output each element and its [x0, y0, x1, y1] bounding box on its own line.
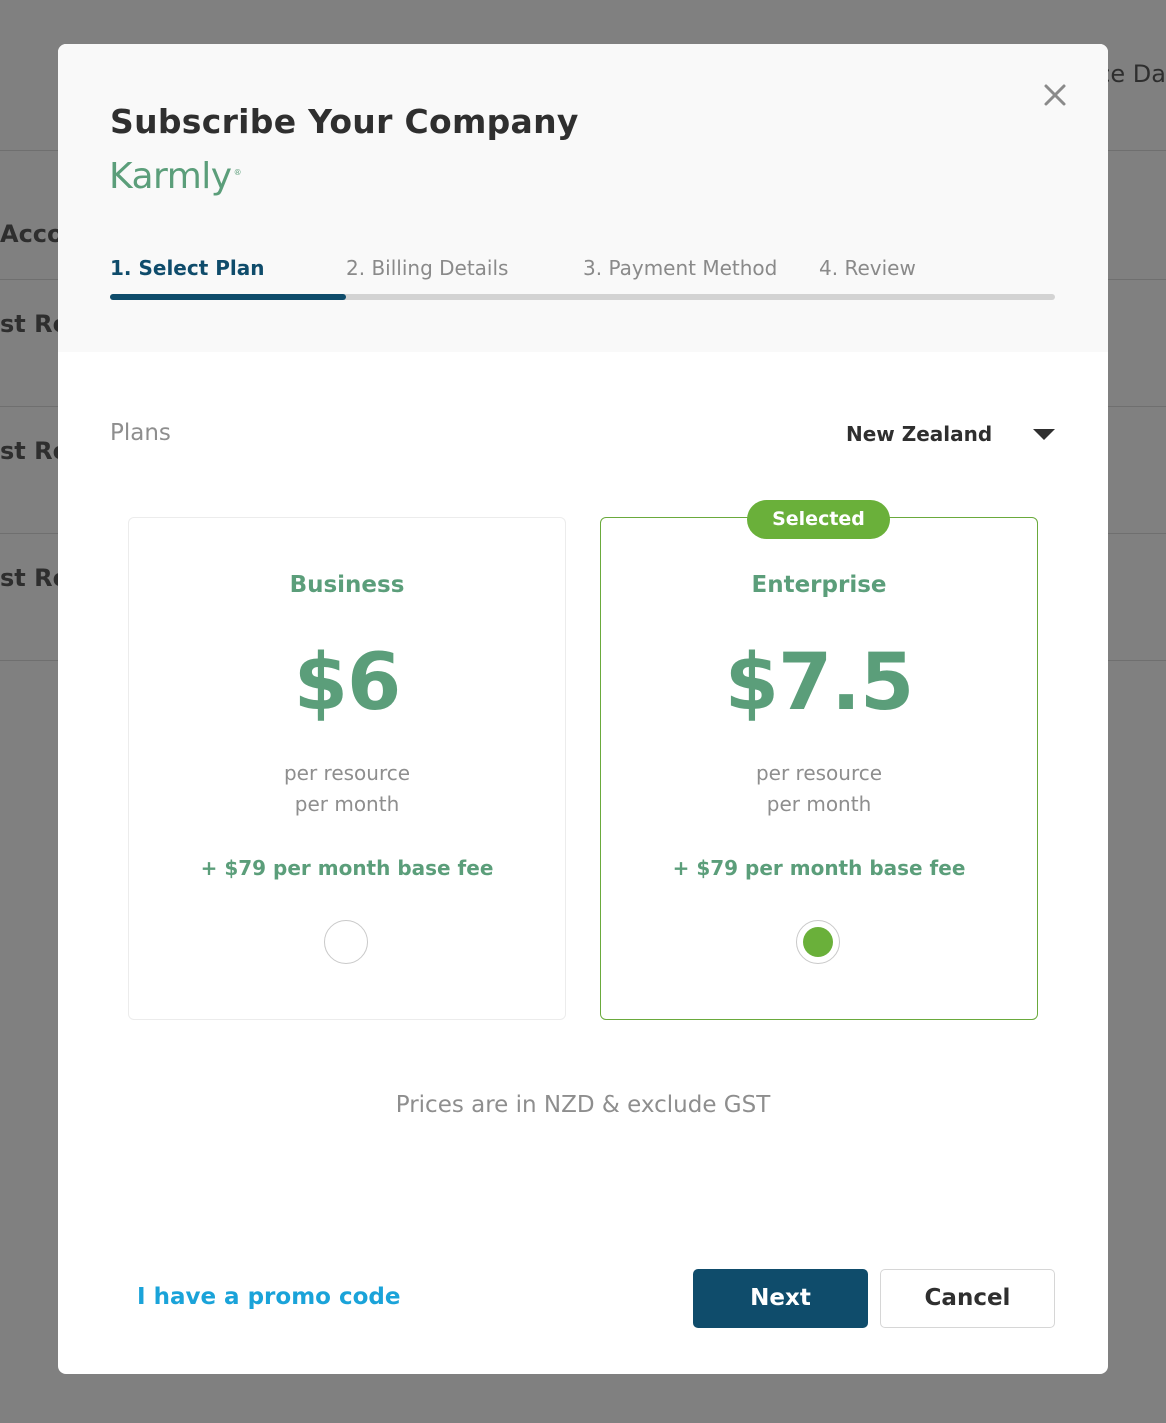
- progress-fill: [110, 294, 347, 300]
- modal-title: Subscribe Your Company: [110, 102, 579, 141]
- region-value: New Zealand: [846, 422, 993, 446]
- promo-code-link[interactable]: I have a promo code: [137, 1284, 400, 1310]
- plan-price: $6: [293, 638, 402, 728]
- plan-card-enterprise[interactable]: Selected Enterprise $7.5 per resource pe…: [600, 500, 1038, 1020]
- plan-card-business[interactable]: Business $6 per resource per month + $79…: [128, 517, 566, 1020]
- logo-text: Karmly: [109, 156, 232, 197]
- plans-label: Plans: [110, 420, 171, 446]
- subscribe-modal: Subscribe Your Company Karmly ® 1. Select…: [58, 44, 1108, 1374]
- plan-base-fee: + $79 per month base fee: [672, 856, 966, 880]
- plan-unit-line: per month: [294, 792, 400, 816]
- region-select[interactable]: New Zealand: [846, 422, 1056, 452]
- plan-unit-line: per resource: [283, 761, 411, 785]
- radio-selected-dot: [803, 927, 833, 957]
- plan-base-fee: + $79 per month base fee: [200, 856, 494, 880]
- modal-header: Subscribe Your Company Karmly ® 1. Select…: [58, 44, 1108, 352]
- close-button[interactable]: [1040, 80, 1070, 110]
- plan-price: $7.5: [724, 638, 914, 728]
- next-button[interactable]: Next: [693, 1269, 868, 1328]
- step-payment-method[interactable]: 3. Payment Method: [583, 256, 777, 280]
- cancel-button[interactable]: Cancel: [880, 1269, 1055, 1328]
- karmly-logo: Karmly ®: [109, 156, 242, 197]
- plan-unit-line: per resource: [755, 761, 883, 785]
- progress-track: [110, 294, 1055, 300]
- step-billing-details[interactable]: 2. Billing Details: [346, 256, 508, 280]
- close-icon: [1044, 84, 1066, 106]
- plan-name: Enterprise: [751, 572, 887, 598]
- plan-unit: per resource per month: [601, 758, 1037, 820]
- registered-mark-icon: ®: [233, 168, 242, 177]
- stepper: 1. Select Plan 2. Billing Details 3. Pay…: [110, 256, 1055, 300]
- pricing-note: Prices are in NZD & exclude GST: [395, 1092, 771, 1118]
- caret-down-icon: [1033, 429, 1055, 440]
- plan-unit: per resource per month: [129, 758, 565, 820]
- background-row-label: Acco: [0, 220, 64, 248]
- step-select-plan[interactable]: 1. Select Plan: [110, 256, 265, 280]
- plan-name: Business: [289, 572, 405, 598]
- selected-badge: Selected: [747, 500, 890, 539]
- plan-radio-enterprise[interactable]: [796, 920, 840, 964]
- step-review[interactable]: 4. Review: [819, 256, 916, 280]
- plan-unit-line: per month: [766, 792, 872, 816]
- plan-radio-business[interactable]: [324, 920, 368, 964]
